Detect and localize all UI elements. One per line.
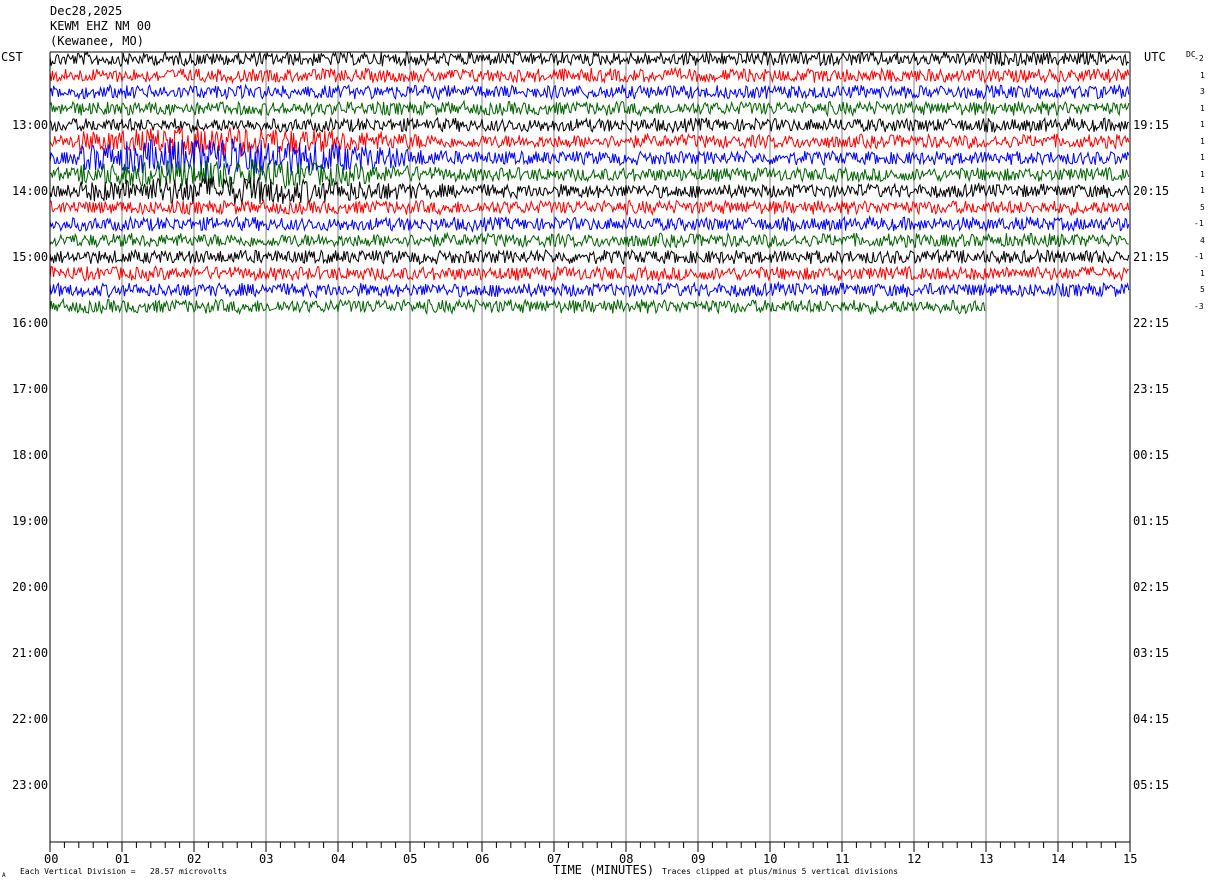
right-hour-label: 05:15 — [1133, 778, 1170, 792]
dc-offset-label: 1 — [1200, 120, 1205, 129]
x-tick-label: 00 — [44, 852, 59, 866]
dc-offset-label: 3 — [1200, 87, 1205, 96]
x-tick-label: 10 — [763, 852, 778, 866]
left-hour-label: 16:00 — [12, 316, 49, 330]
left-hour-label: 18:00 — [12, 448, 49, 462]
x-tick-label: 01 — [115, 852, 130, 866]
trace-row — [49, 231, 1129, 249]
corner-mark: A — [2, 872, 6, 879]
scale-note: Each Vertical Division = 28.57 microvolt… — [20, 867, 228, 876]
left-hour-label: 21:00 — [12, 646, 49, 660]
x-tick-label: 09 — [691, 852, 706, 866]
date-label: Dec28,2025 — [50, 4, 123, 18]
right-hour-label: 01:15 — [1133, 514, 1170, 528]
x-tick-label: 14 — [1051, 852, 1066, 866]
left-hour-label: 19:00 — [12, 514, 49, 528]
right-hour-label: 22:15 — [1133, 316, 1170, 330]
dc-offset-label: 1 — [1200, 136, 1205, 146]
trace-row — [49, 99, 1130, 118]
dc-offset-label: 1 — [1200, 186, 1205, 195]
trace-row — [49, 66, 1130, 85]
trace-row — [49, 198, 1130, 217]
right-hour-label: 03:15 — [1133, 646, 1170, 660]
left-hour-label: 14:00 — [12, 184, 49, 198]
dc-offset-label: -1 — [1194, 252, 1204, 261]
dc-offset-label: 1 — [1200, 153, 1205, 162]
clip-note: Traces clipped at plus/minus 5 vertical … — [662, 867, 899, 876]
trace-row — [49, 265, 1129, 283]
dc-offset-label: 5 — [1200, 285, 1205, 294]
dc-offset-label: -3 — [1194, 301, 1204, 311]
right-hour-label: 21:15 — [1133, 250, 1170, 264]
trace-row — [49, 248, 1130, 266]
left-hour-label: 22:00 — [12, 712, 49, 726]
left-hour-label: 20:00 — [12, 580, 49, 594]
x-tick-label: 02 — [187, 852, 202, 866]
dc-offset-label: -2 — [1194, 54, 1204, 63]
x-tick-label: 05 — [403, 852, 418, 866]
right-hour-label: 23:15 — [1133, 382, 1170, 396]
dc-offset-label: 1 — [1200, 103, 1205, 113]
dc-offset-label: 5 — [1200, 202, 1205, 212]
left-hour-label: 17:00 — [12, 382, 49, 396]
plot-axes — [49, 51, 1131, 852]
trace-row — [49, 115, 1130, 134]
station-label: KEWM EHZ NM 00 — [50, 19, 152, 33]
trace-row — [49, 214, 1130, 233]
x-tick-label: 12 — [907, 852, 922, 866]
left-hour-label: 13:00 — [12, 118, 49, 132]
x-tick-label: 04 — [331, 852, 346, 866]
trace-row — [49, 50, 1130, 68]
dc-offset-label: 1 — [1200, 169, 1205, 179]
dc-offset-label: 1 — [1200, 70, 1205, 80]
x-tick-label: 03 — [259, 852, 274, 866]
x-tick-label: 15 — [1123, 852, 1138, 866]
x-tick-label: 11 — [835, 852, 850, 866]
right-hour-label: 04:15 — [1133, 712, 1170, 726]
seismic-traces — [49, 50, 1130, 316]
utc-label: UTC — [1144, 50, 1166, 64]
left-hour-label: 15:00 — [12, 250, 49, 264]
left-hour-label: 23:00 — [12, 778, 49, 792]
location-label: (Kewanee, MO) — [50, 34, 144, 48]
dc-offset-label: 4 — [1200, 235, 1205, 245]
helicorder-plot — [49, 50, 1131, 852]
right-hour-label: 02:15 — [1133, 580, 1170, 594]
trace-row — [49, 83, 1130, 101]
x-tick-label: 06 — [475, 852, 490, 866]
dc-offset-label: -1 — [1194, 219, 1204, 228]
trace-row — [49, 280, 1130, 300]
right-hour-label: 19:15 — [1133, 118, 1170, 132]
x-axis-title: TIME (MINUTES) — [553, 863, 655, 877]
x-tick-label: 13 — [979, 852, 994, 866]
dc-offset-label: 1 — [1200, 268, 1205, 278]
trace-row — [49, 297, 986, 316]
cst-label: CST — [1, 50, 23, 64]
right-hour-label: 20:15 — [1133, 184, 1170, 198]
right-hour-label: 00:15 — [1133, 448, 1170, 462]
